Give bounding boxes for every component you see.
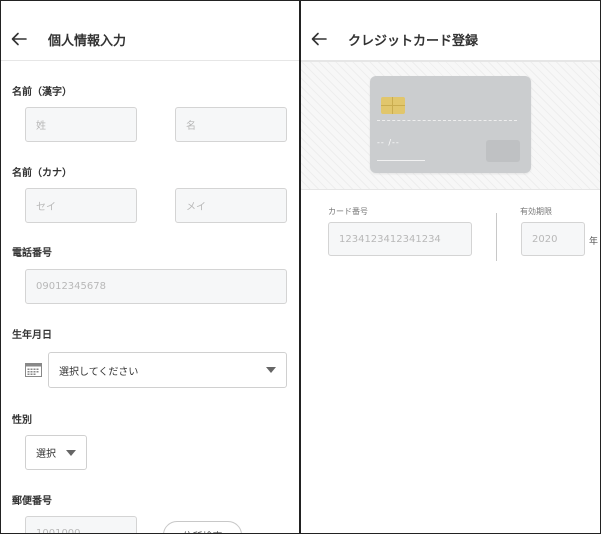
card-chip-icon [381, 97, 405, 114]
caret-down-icon [66, 449, 76, 456]
expiry-label: 有効期限 [520, 207, 552, 216]
card-preview: -- /-- [370, 76, 531, 173]
gender-select[interactable]: 選択 [25, 435, 87, 470]
gender-label: 性別 [12, 415, 32, 426]
back-arrow-icon[interactable] [309, 29, 329, 49]
page-title: 個人情報入力 [48, 34, 127, 49]
header-credit-card: クレジットカード登録 [301, 1, 600, 61]
header-personal-info: 個人情報入力 [1, 1, 299, 61]
last-name-kanji-input[interactable]: 姓 [25, 107, 137, 142]
caret-down-icon [266, 367, 276, 373]
card-preview-area: -- /-- [301, 61, 600, 190]
year-unit-label: 年 [589, 237, 599, 247]
card-cvc-box [486, 140, 520, 162]
first-name-kanji-input[interactable]: 名 [175, 107, 287, 142]
page-title: クレジットカード登録 [348, 34, 479, 49]
back-arrow-icon[interactable] [9, 29, 29, 49]
card-expiry-mask: -- /-- [377, 138, 400, 147]
address-search-button[interactable]: 住所検索 [163, 521, 242, 533]
postal-code-label: 郵便番号 [12, 496, 52, 507]
first-name-kana-input[interactable]: メイ [175, 188, 287, 223]
name-kana-label: 名前（カナ） [12, 168, 72, 179]
card-number-label: カード番号 [328, 207, 368, 216]
birthday-select-value: 選択してください [59, 366, 139, 378]
expiry-year-input[interactable]: 2020 [521, 222, 585, 256]
card-name-line [377, 160, 425, 161]
card-number-input[interactable]: 1234123412341234 [328, 222, 472, 256]
name-kanji-label: 名前（漢字） [12, 87, 72, 98]
postal-code-input[interactable]: 1001000 [25, 516, 137, 533]
phone-input[interactable]: 09012345678 [25, 269, 287, 304]
last-name-kana-input[interactable]: セイ [25, 188, 137, 223]
birthday-label: 生年月日 [12, 330, 52, 341]
gender-select-value: 選択 [36, 449, 56, 460]
birthday-select[interactable]: 選択してください [48, 352, 287, 388]
card-number-mask [377, 120, 517, 121]
personal-info-screen: 個人情報入力 名前（漢字） 姓 名 名前（カナ） セイ メイ 電話番号 0901… [1, 1, 299, 533]
credit-card-screen: クレジットカード登録 -- /-- カード番号 1234123412341234… [301, 1, 600, 533]
field-separator [496, 213, 497, 261]
calendar-icon [25, 362, 42, 377]
phone-label: 電話番号 [12, 248, 52, 259]
